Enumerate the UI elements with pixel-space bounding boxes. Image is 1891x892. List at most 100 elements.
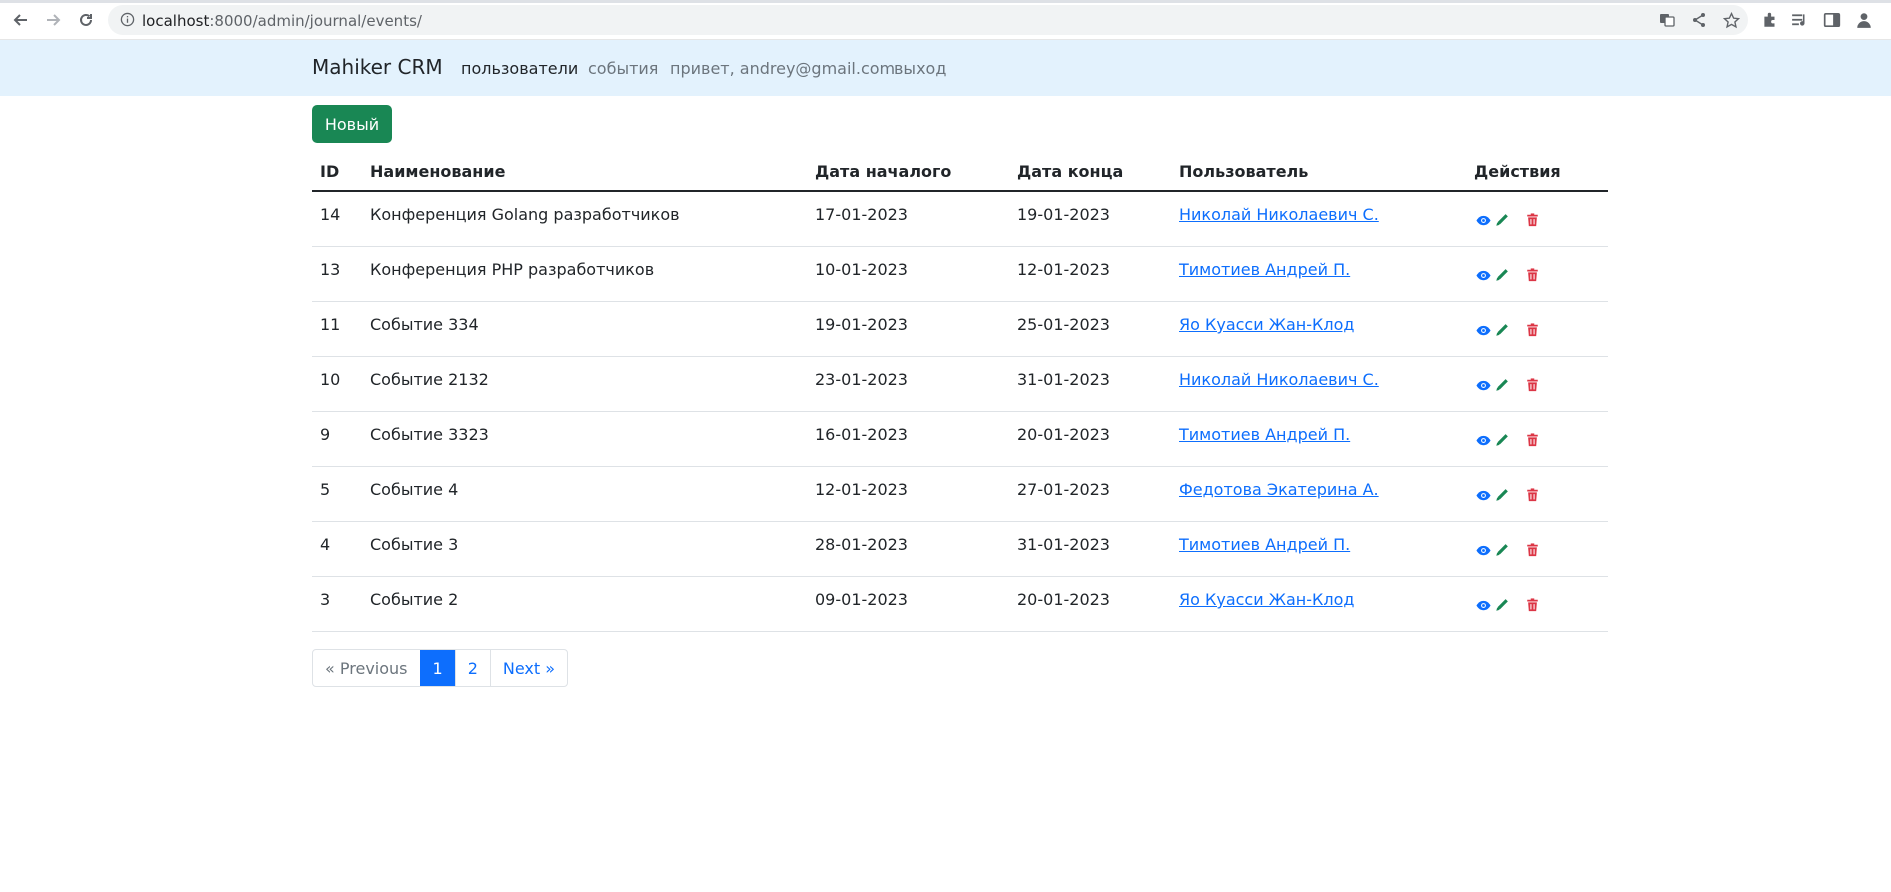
cell-user-link[interactable]: Яо Куасси Жан-Клод [1179,590,1354,609]
cell-user-link[interactable]: Николай Николаевич С. [1179,370,1379,389]
cell-name: Событие 3 [370,535,459,554]
pencil-icon[interactable] [1493,321,1511,339]
pagination-page-2[interactable]: 2 [454,650,490,686]
eye-icon[interactable] [1474,431,1492,449]
row-actions [1474,596,1544,616]
brand-logo-text[interactable]: Mahiker CRM [312,55,443,79]
bookmark-star-icon[interactable] [1722,11,1740,29]
cell-start-date: 16-01-2023 [815,425,908,444]
pencil-icon[interactable] [1493,376,1511,394]
pencil-icon[interactable] [1493,211,1511,229]
pagination: « Previous 1 2 Next » [312,649,569,687]
side-panel-icon[interactable] [1822,10,1842,30]
cell-start-date: 10-01-2023 [815,260,908,279]
trash-icon[interactable] [1523,541,1541,559]
cell-name: Событие 334 [370,315,479,334]
pagination-next[interactable]: Next » [489,650,567,686]
pencil-icon[interactable] [1493,541,1511,559]
translate-icon[interactable] [1658,11,1676,29]
cell-end-date: 12-01-2023 [1017,260,1110,279]
share-icon[interactable] [1690,11,1708,29]
cell-name: Конференция Golang разработчиков [370,205,680,224]
cell-end-date: 20-01-2023 [1017,425,1110,444]
cell-id: 11 [320,315,341,334]
address-bar[interactable]: localhost:8000/admin/journal/events/ [108,5,1748,35]
cell-name: Событие 3323 [370,425,489,444]
events-table: ID Наименование Дата началого Дата конца… [312,152,1608,632]
cell-start-date: 23-01-2023 [815,370,908,389]
cell-id: 3 [320,590,331,609]
app-navbar: Mahiker CRM пользователи события привет,… [0,40,1891,96]
cell-user-link[interactable]: Федотова Экатерина А. [1179,480,1379,499]
cell-user-link[interactable]: Тимотиев Андрей П. [1179,425,1350,444]
forward-button[interactable] [42,9,64,31]
eye-icon[interactable] [1474,596,1492,614]
pencil-icon[interactable] [1493,596,1511,614]
eye-icon[interactable] [1474,321,1492,339]
pencil-icon[interactable] [1493,266,1511,284]
cell-id: 14 [320,205,341,224]
media-control-icon[interactable] [1790,10,1810,30]
pencil-icon[interactable] [1493,431,1511,449]
url-text[interactable]: localhost:8000/admin/journal/events/ [142,12,422,30]
eye-icon[interactable] [1474,376,1492,394]
row-actions [1474,541,1544,561]
nav-link-logout[interactable]: выход [894,59,946,78]
nav-link-users[interactable]: пользователи [461,59,578,78]
pagination-page-1[interactable]: 1 [419,650,455,686]
arrow-left-icon [13,14,27,26]
eye-icon[interactable] [1474,541,1492,559]
cell-user-link[interactable]: Тимотиев Андрей П. [1179,535,1350,554]
row-actions [1474,486,1544,506]
trash-icon[interactable] [1523,486,1541,504]
pagination-previous[interactable]: « Previous [313,650,419,686]
trash-icon[interactable] [1523,211,1541,229]
trash-icon[interactable] [1523,321,1541,339]
eye-icon[interactable] [1474,486,1492,504]
header-name: Наименование [370,162,506,181]
nav-link-events[interactable]: события [588,59,658,78]
back-button[interactable] [10,9,32,31]
header-id: ID [320,162,340,181]
table-row: 10 Событие 2132 23-01-2023 31-01-2023 Никола… [312,357,1608,412]
cell-end-date: 31-01-2023 [1017,535,1110,554]
row-actions [1474,211,1544,231]
table-body: 14 Конференция Golang разработчиков 17-01-… [312,192,1608,632]
cell-name: Конференция PHP разработчиков [370,260,655,279]
cell-user-link[interactable]: Яо Куасси Жан-Клод [1179,315,1354,334]
table-header: ID Наименование Дата началого Дата конца… [312,152,1608,192]
trash-icon[interactable] [1523,431,1541,449]
extensions-icon[interactable] [1760,10,1780,30]
cell-id: 10 [320,370,341,389]
cell-user-link[interactable]: Николай Николаевич С. [1179,205,1379,224]
arrow-right-icon [47,14,61,26]
trash-icon[interactable] [1523,266,1541,284]
cell-id: 5 [320,480,331,499]
cell-start-date: 19-01-2023 [815,315,908,334]
header-actions: Действия [1474,162,1561,181]
row-actions [1474,266,1544,286]
profile-avatar-icon[interactable] [1854,10,1874,30]
row-actions [1474,376,1544,396]
cell-id: 13 [320,260,341,279]
cell-start-date: 09-01-2023 [815,590,908,609]
eye-icon[interactable] [1474,266,1492,284]
trash-icon[interactable] [1523,596,1541,614]
site-info-icon[interactable] [120,12,135,31]
header-end-date: Дата конца [1017,162,1124,181]
cell-id: 9 [320,425,331,444]
header-start-date: Дата началого [815,162,952,181]
cell-name: Событие 2 [370,590,459,609]
reload-icon [80,13,92,26]
eye-icon[interactable] [1474,211,1492,229]
reload-button[interactable] [75,9,97,31]
new-event-button[interactable]: Новый [312,105,392,143]
cell-id: 4 [320,535,331,554]
trash-icon[interactable] [1523,376,1541,394]
pencil-icon[interactable] [1493,486,1511,504]
browser-toolbar: localhost:8000/admin/journal/events/ [0,0,1891,40]
cell-user-link[interactable]: Тимотиев Андрей П. [1179,260,1350,279]
nav-link-greeting[interactable]: привет, andrey@gmail.com [670,59,895,78]
cell-start-date: 28-01-2023 [815,535,908,554]
cell-end-date: 27-01-2023 [1017,480,1110,499]
